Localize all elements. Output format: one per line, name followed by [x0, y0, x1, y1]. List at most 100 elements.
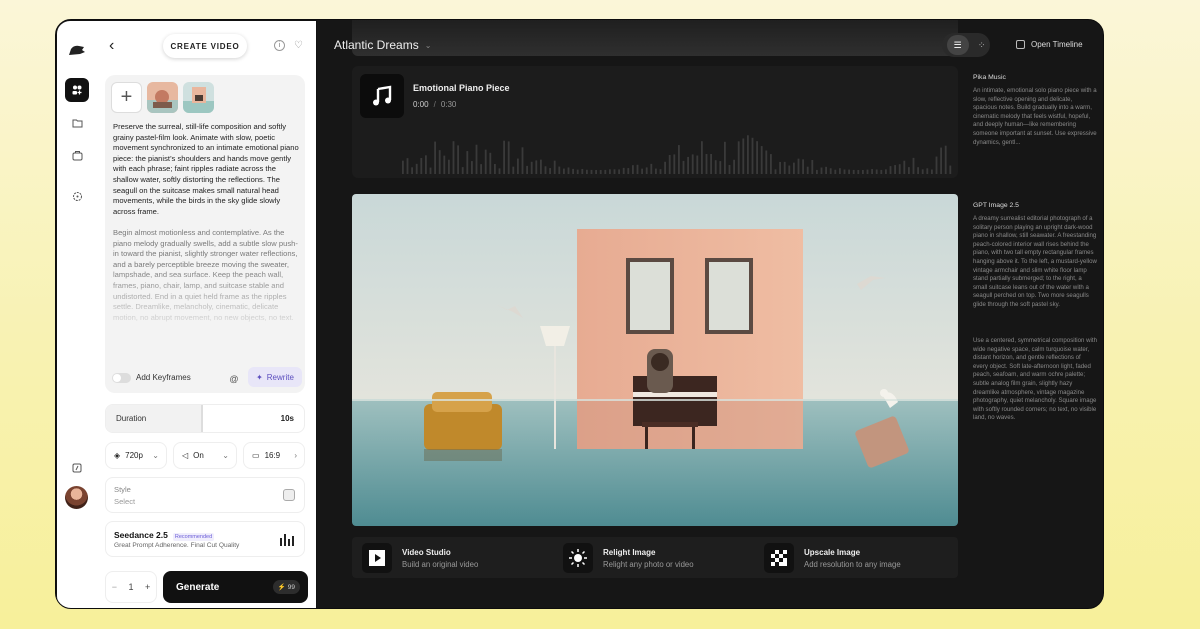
waveform-bar [549, 168, 551, 174]
resolution-select[interactable]: ◈ 720p ⌄ [105, 442, 167, 469]
tool-relight-image[interactable]: Relight Image Relight any photo or video [563, 543, 694, 573]
duration-value: 10s [280, 414, 294, 423]
chevron-right-icon: › [294, 451, 297, 460]
tool-upscale-image[interactable]: Upscale Image Add resolution to any image [764, 543, 901, 573]
waveform-bar [484, 149, 487, 174]
open-timeline-button[interactable]: Open Timeline [1016, 40, 1083, 49]
bars-icon [280, 534, 294, 546]
waveform-bar [885, 169, 887, 174]
back-chevron-icon[interactable]: ‹ [109, 37, 114, 55]
waveform-bar [521, 147, 524, 174]
mention-button[interactable]: @ [225, 370, 243, 388]
waveform-bar [747, 135, 749, 174]
audio-waveform[interactable] [398, 116, 958, 176]
waveform-bar [636, 164, 639, 174]
info-icon[interactable]: i [274, 40, 285, 51]
waveform-bar [701, 141, 703, 174]
waveform-bar [415, 163, 418, 174]
waveform-bar [751, 137, 754, 174]
music-card[interactable]: Emotional Piano Piece 0:00 / 0:30 [352, 66, 958, 178]
speaker-icon: ◁ [182, 451, 189, 460]
keyframes-row: Add Keyframes @ ✦ Rewrite [112, 367, 302, 390]
waveform-bar [461, 167, 464, 174]
current-time: 0:00 [413, 100, 429, 109]
waveform-bar [553, 160, 556, 174]
waveform-bar [825, 166, 827, 174]
project-title-dropdown[interactable]: Atlantic Dreams ⌄ [334, 38, 431, 52]
waveform-bar [816, 169, 818, 174]
decrement-button[interactable]: − [112, 582, 117, 592]
tool-video-studio[interactable]: Video Studio Build an original video [362, 543, 478, 573]
nav-rail [57, 21, 95, 608]
duration-slider[interactable]: Duration 10s [105, 404, 305, 433]
waveform-bar [903, 160, 906, 174]
music-model-name: Pika Music [973, 74, 1006, 81]
waveform-bar [572, 168, 574, 174]
quantity-stepper[interactable]: − 1 + [105, 571, 157, 603]
create-nav-icon[interactable] [65, 78, 89, 102]
grid-view-icon[interactable]: ⁘ [978, 40, 986, 51]
increment-button[interactable]: + [145, 582, 150, 592]
waveform-bar [756, 141, 758, 174]
waveform-bar [880, 169, 883, 174]
waveform-bar [402, 160, 404, 174]
reference-thumb-1[interactable] [147, 82, 178, 113]
waveform-bar [779, 161, 781, 174]
waveform-bar [857, 169, 860, 174]
waveform-bar [917, 167, 919, 174]
waveform-bar [678, 145, 680, 174]
style-select[interactable]: Style Select [105, 477, 305, 513]
copy-icon[interactable] [283, 489, 295, 501]
music-title: Emotional Piano Piece [413, 83, 510, 93]
rewrite-button[interactable]: ✦ Rewrite [248, 367, 302, 387]
waveform-bar [622, 167, 625, 174]
view-toggle[interactable]: ☰ ⁘ [942, 33, 990, 57]
waveform-bar [581, 168, 584, 174]
aspect-ratio-select[interactable]: ▭ 16:9 › [243, 442, 305, 469]
waveform-bar [544, 166, 547, 174]
generated-image[interactable] [352, 194, 958, 526]
waveform-bar [517, 158, 519, 174]
generate-label: Generate [176, 581, 220, 593]
waveform-bar [802, 159, 804, 174]
waveform-bar [434, 141, 436, 174]
waveform-bar [586, 169, 588, 174]
tools-bar: Video Studio Build an original video Reli… [352, 537, 958, 578]
waveform-bar [710, 153, 712, 174]
waveform-bar [448, 159, 450, 174]
avatar[interactable] [65, 486, 88, 509]
bolt-icon: ⚡ [277, 584, 286, 591]
waveform-bar [728, 164, 731, 174]
add-image-button[interactable]: + [111, 82, 142, 113]
list-view-icon[interactable]: ☰ [946, 35, 969, 55]
bag-icon[interactable] [65, 143, 89, 167]
docs-icon[interactable] [65, 456, 89, 480]
prompt-box[interactable]: + Preserve the surreal, still-life compo… [105, 75, 305, 393]
waveform-bar [737, 141, 740, 174]
model-select[interactable]: Seedance 2.5 Recommended Great Prompt Adh… [105, 521, 305, 557]
checker-icon [764, 543, 794, 573]
keyframes-toggle[interactable] [112, 373, 131, 383]
generate-button[interactable]: Generate ⚡ 99 [163, 571, 308, 603]
history-icon[interactable] [65, 184, 89, 208]
waveform-bar [705, 154, 708, 174]
heart-icon[interactable]: ♡ [293, 40, 304, 51]
waveform-bar [438, 150, 441, 174]
time-separator: / [433, 100, 436, 109]
options-row: ◈ 720p ⌄ ◁ On ⌄ ▭ 16:9 › [105, 442, 305, 469]
waveform-bar [797, 158, 800, 174]
folder-icon[interactable] [65, 111, 89, 135]
logo-icon[interactable] [65, 38, 89, 62]
music-model-description: An intimate, emotional solo piano piece … [973, 87, 1097, 146]
diamond-icon: ◈ [114, 451, 121, 460]
style-value: Select [114, 497, 136, 506]
waveform-bar [466, 151, 469, 174]
waveform-bar [843, 169, 846, 174]
waveform-bar [452, 141, 455, 174]
reference-thumb-2[interactable] [183, 82, 214, 113]
audio-select[interactable]: ◁ On ⌄ [173, 442, 237, 469]
prompt-text-continued[interactable]: Begin almost motionless and contemplativ… [113, 228, 301, 338]
tool-subtitle: Add resolution to any image [804, 559, 901, 569]
waveform-bar [411, 167, 413, 174]
prompt-text[interactable]: Preserve the surreal, still-life composi… [113, 122, 301, 217]
